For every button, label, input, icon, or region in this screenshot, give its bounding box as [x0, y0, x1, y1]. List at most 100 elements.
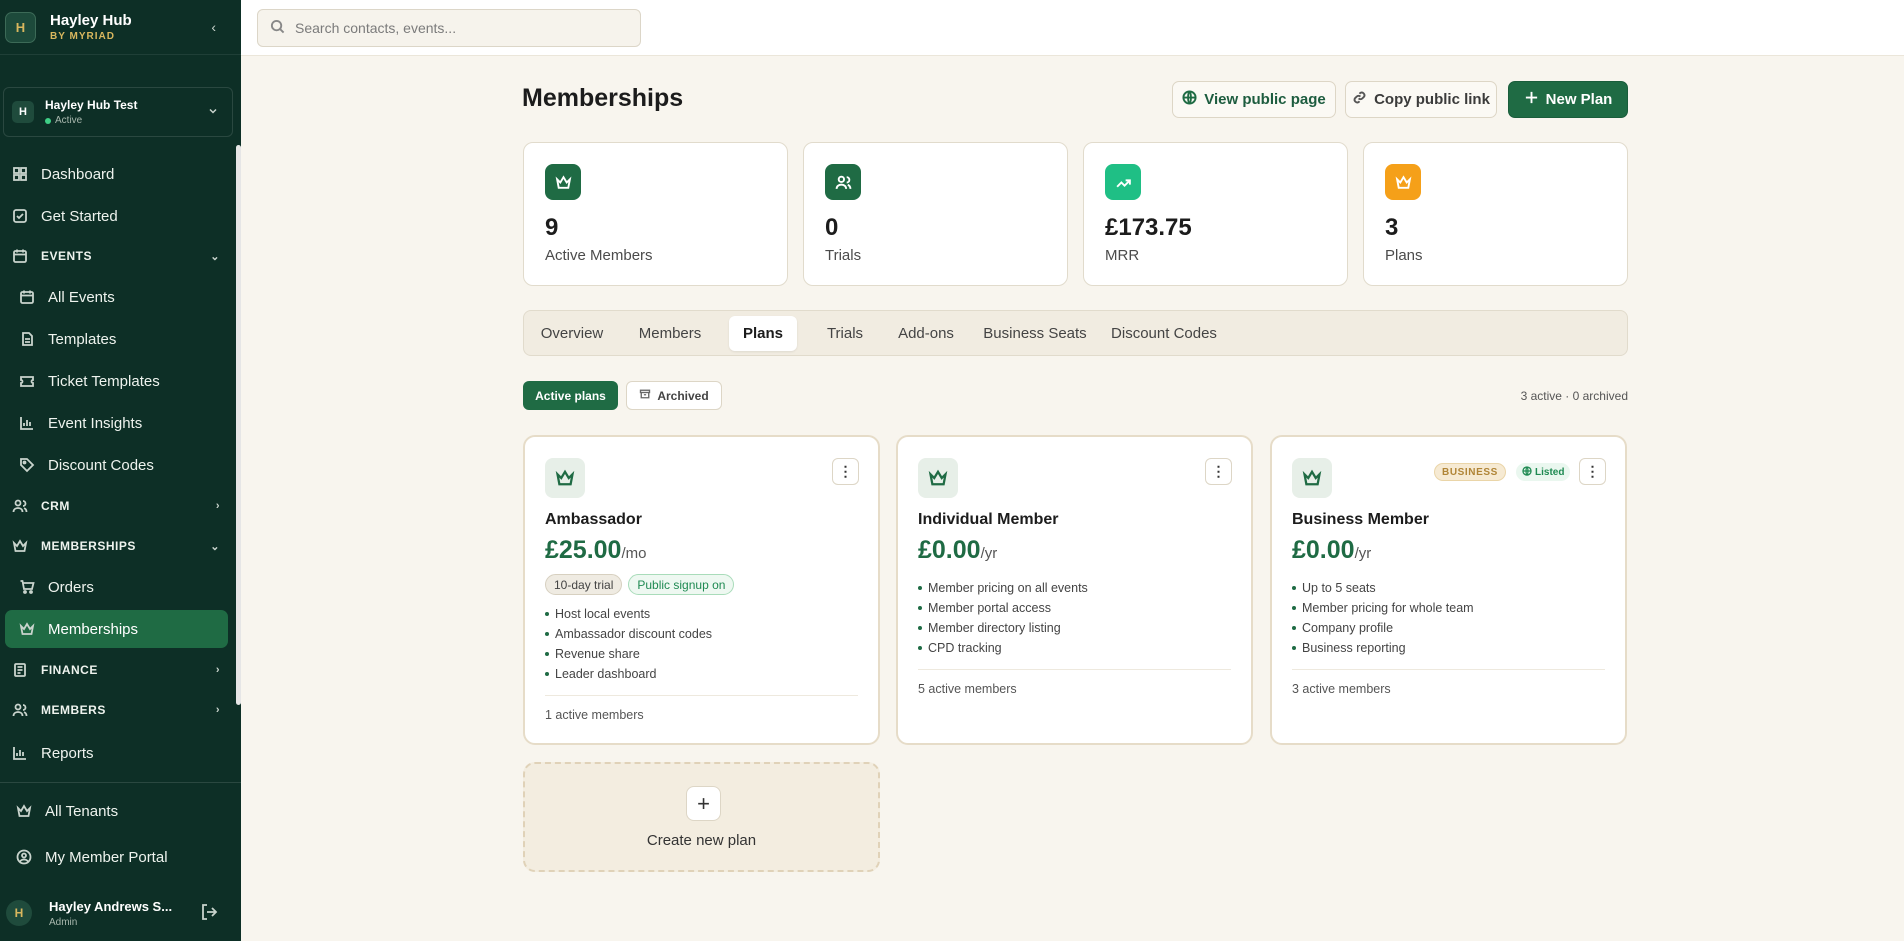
sidebar-item-label: Ticket Templates — [48, 372, 160, 390]
sidebar-section-events[interactable]: EVENTS ⌄ — [5, 241, 228, 271]
button-label: New Plan — [1545, 91, 1613, 108]
sidebar-section-label: MEMBERS — [41, 703, 106, 717]
sidebar-item-label: Memberships — [48, 620, 139, 638]
sidebar-item-get-started[interactable]: Get Started — [5, 197, 228, 235]
tab-overview[interactable]: Overview — [532, 316, 612, 351]
sidebar-item-templates[interactable]: Templates — [5, 320, 228, 358]
price-amount: £0.00 — [1292, 536, 1355, 564]
stat-label: Active Members — [545, 247, 653, 264]
stat-value: 3 — [1385, 214, 1399, 241]
more-vertical-icon[interactable]: ⋮ — [1205, 458, 1232, 485]
sidebar-item-label: Orders — [48, 578, 94, 596]
stat-value: £173.75 — [1105, 214, 1192, 241]
feature-list: Host local events Ambassador discount co… — [545, 604, 712, 684]
users-icon — [9, 699, 31, 721]
sidebar-item-reports[interactable]: Reports — [5, 734, 228, 772]
brand-logo: H — [5, 11, 36, 43]
chevron-down-icon — [208, 103, 218, 121]
sidebar-item-all-tenants[interactable]: All Tenants — [5, 792, 228, 830]
plan-name: Individual Member — [918, 511, 1059, 528]
sidebar-item-dashboard[interactable]: Dashboard — [5, 155, 228, 193]
crown-icon — [1385, 164, 1421, 200]
more-vertical-icon[interactable]: ⋮ — [832, 458, 859, 485]
tab-add-ons[interactable]: Add-ons — [887, 316, 965, 351]
sidebar-item-label: All Events — [48, 288, 115, 306]
calendar-icon — [9, 245, 31, 267]
stat-label: MRR — [1105, 247, 1140, 264]
user-circle-icon — [13, 846, 35, 868]
sidebar-item-my-member-portal[interactable]: My Member Portal — [5, 838, 228, 876]
sidebar-item-orders[interactable]: Orders — [5, 568, 228, 606]
sidebar-section-label: FINANCE — [41, 663, 98, 677]
feature-item: Member portal access — [918, 598, 1088, 618]
plan-card-individual-member[interactable]: ⋮ Individual Member £0.00/yr Member pric… — [896, 435, 1253, 745]
sidebar: H Hayley Hub BY MYRIAD ‹ H Hayley Hub Te… — [0, 0, 241, 941]
topbar: Search contacts, events... — [241, 0, 1904, 56]
chevron-down-icon: ⌄ — [210, 250, 220, 263]
feature-item: Member pricing for whole team — [1292, 598, 1474, 618]
price-period: /mo — [621, 545, 647, 562]
link-icon — [1352, 90, 1374, 109]
bar-chart-icon — [16, 412, 38, 434]
calendar-icon — [16, 286, 38, 308]
tab-trials[interactable]: Trials — [814, 316, 876, 351]
logout-icon[interactable] — [199, 902, 219, 927]
tab-business-seats[interactable]: Business Seats — [976, 316, 1094, 351]
active-plans-filter[interactable]: Active plans — [523, 381, 618, 410]
plan-name: Business Member — [1292, 511, 1429, 528]
more-vertical-icon[interactable]: ⋮ — [1579, 458, 1606, 485]
crown-icon — [16, 618, 38, 640]
sidebar-item-ticket-templates[interactable]: Ticket Templates — [5, 362, 228, 400]
search-input[interactable]: Search contacts, events... — [257, 9, 641, 47]
sidebar-section-label: CRM — [41, 499, 70, 513]
sidebar-item-all-events[interactable]: All Events — [5, 278, 228, 316]
card-divider — [545, 695, 858, 696]
sidebar-section-finance[interactable]: FINANCE › — [5, 655, 228, 685]
feature-item: Member directory listing — [918, 618, 1088, 638]
feature-item: Host local events — [545, 604, 712, 624]
tenant-name: Hayley Hub Test — [45, 98, 138, 112]
active-members-count: 3 active members — [1292, 682, 1391, 696]
sidebar-item-label: All Tenants — [45, 802, 119, 820]
collapse-sidebar-icon[interactable]: ‹ — [211, 19, 216, 35]
tenant-switcher[interactable]: H Hayley Hub Test Active — [3, 87, 233, 137]
card-divider — [1292, 669, 1605, 670]
view-public-page-button[interactable]: View public page — [1172, 81, 1336, 118]
copy-public-link-button[interactable]: Copy public link — [1345, 81, 1497, 118]
stat-value: 9 — [545, 214, 559, 241]
sidebar-section-memberships[interactable]: MEMBERSHIPS ⌄ — [5, 531, 228, 561]
tab-plans[interactable]: Plans — [729, 316, 797, 351]
grid-icon — [9, 163, 31, 185]
sidebar-section-label: EVENTS — [41, 249, 93, 263]
new-plan-button[interactable]: New Plan — [1508, 81, 1628, 118]
sidebar-item-label: Dashboard — [41, 165, 115, 183]
sidebar-section-members[interactable]: MEMBERS › — [5, 695, 228, 725]
create-new-plan-card[interactable]: + Create new plan — [523, 762, 880, 872]
sidebar-item-label: Templates — [48, 330, 117, 348]
sidebar-item-memberships[interactable]: Memberships — [5, 610, 228, 648]
create-new-plan-label: Create new plan — [646, 832, 757, 849]
filter-label: Archived — [657, 388, 709, 403]
sidebar-item-label: My Member Portal — [45, 848, 168, 866]
user-profile[interactable]: H Hayley Andrews S... Admin — [0, 888, 241, 938]
tab-members[interactable]: Members — [631, 316, 709, 351]
sidebar-item-event-insights[interactable]: Event Insights — [5, 404, 228, 442]
sidebar-item-label: Get Started — [41, 207, 118, 225]
sidebar-item-label: Discount Codes — [48, 456, 154, 474]
sidebar-scrollbar[interactable] — [236, 145, 241, 705]
brand: H Hayley Hub BY MYRIAD ‹ — [0, 0, 241, 55]
tenant-status: Active — [45, 115, 137, 126]
card-divider — [918, 669, 1231, 670]
public-signup-badge: Public signup on — [628, 574, 735, 595]
feature-item: Revenue share — [545, 644, 712, 664]
receipt-icon — [9, 659, 31, 681]
plan-card-business-member[interactable]: BUSINESS Listed ⋮ Business Member £0.00/… — [1270, 435, 1627, 745]
plan-card-ambassador[interactable]: ⋮ Ambassador £25.00/mo 10-day trial Publ… — [523, 435, 880, 745]
sidebar-section-crm[interactable]: CRM › — [5, 491, 228, 521]
tab-bar: Overview Members Plans Trials Add-ons Bu… — [523, 310, 1628, 356]
sidebar-item-discount-codes[interactable]: Discount Codes — [5, 446, 228, 484]
tab-discount-codes[interactable]: Discount Codes — [1104, 316, 1224, 351]
brand-name: Hayley Hub — [50, 12, 132, 29]
button-label: Copy public link — [1374, 91, 1490, 108]
archived-filter[interactable]: Archived — [626, 381, 722, 410]
